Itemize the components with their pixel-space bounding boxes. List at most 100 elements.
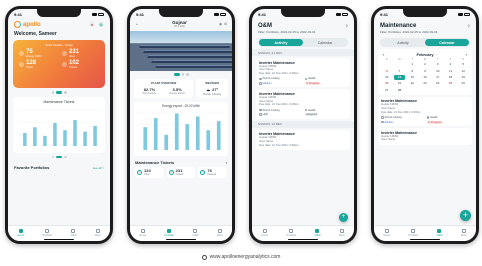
view-toggle: Activity Calendar bbox=[258, 38, 348, 47]
nav-home[interactable]: Home bbox=[261, 228, 268, 237]
calendar-day[interactable]: 21 bbox=[394, 81, 406, 86]
nav-more[interactable]: More bbox=[339, 228, 345, 237]
calendar-day[interactable]: 25 bbox=[445, 81, 457, 86]
tab-activity[interactable]: Activity bbox=[259, 39, 303, 46]
calendar-day[interactable]: 23 bbox=[419, 81, 431, 86]
site-header: ← Gujnar 92.5 kWp ◉ ⚙ bbox=[130, 19, 232, 29]
image-pager[interactable] bbox=[130, 73, 232, 76]
calendar-day[interactable]: 26 bbox=[457, 81, 469, 86]
add-task-button[interactable]: + bbox=[339, 213, 348, 222]
nav-portfolio[interactable]: Portfolio bbox=[287, 228, 296, 237]
nav-home[interactable]: Home bbox=[383, 228, 390, 237]
chart-bar[interactable] bbox=[195, 116, 200, 150]
calendar-day[interactable]: 5 bbox=[457, 62, 469, 67]
chart-bar[interactable] bbox=[63, 129, 67, 146]
calendar-day[interactable]: 12 bbox=[457, 69, 469, 74]
see-all-link[interactable]: see all > bbox=[93, 166, 104, 170]
calendar-day[interactable]: 7 bbox=[394, 69, 406, 74]
calendar-day[interactable]: 16 bbox=[419, 75, 431, 80]
chart-bar[interactable] bbox=[43, 135, 47, 146]
nav-portfolio[interactable]: Portfolio bbox=[165, 228, 174, 237]
chart-bar[interactable] bbox=[23, 132, 27, 146]
weekday-label: T bbox=[411, 58, 414, 61]
notification-icon[interactable]: ● bbox=[89, 21, 95, 27]
page-title: O&M bbox=[258, 23, 272, 29]
chart-bar[interactable] bbox=[216, 120, 221, 150]
tab-calendar[interactable]: Calendar bbox=[303, 39, 347, 46]
chart-bar[interactable] bbox=[153, 117, 158, 150]
calendar-day[interactable]: 24 bbox=[432, 81, 444, 86]
nav-more[interactable]: More bbox=[217, 228, 223, 237]
location-icon[interactable]: ◉ bbox=[219, 22, 222, 26]
filter-icon[interactable]: ⚲ bbox=[468, 24, 470, 28]
calendar-day[interactable]: 14 bbox=[393, 74, 406, 81]
carousel-indicator[interactable] bbox=[8, 91, 110, 94]
screen-maintenance-calendar: 9:41 Maintenance ⚲ Filter: Portfolios, 2… bbox=[374, 9, 476, 241]
nav-portfolio[interactable]: Portfolio bbox=[43, 228, 52, 237]
ticket-open-pill[interactable]: ○ 124 Open bbox=[135, 166, 164, 178]
signal-icon bbox=[92, 12, 97, 16]
nav-home[interactable]: Home bbox=[17, 228, 24, 237]
nav-om[interactable]: O&M bbox=[192, 228, 198, 237]
calendar-day[interactable]: 17 bbox=[432, 75, 444, 80]
nav-portfolio[interactable]: Portfolio bbox=[409, 228, 418, 237]
task-card[interactable]: Inverter Maintenance Gujnar 10MW User Na… bbox=[256, 58, 350, 88]
calendar-day[interactable]: 2 bbox=[419, 62, 431, 67]
solar-summary-card[interactable]: Solar Details - Today 75 Energy (kWh) 231… bbox=[13, 40, 105, 88]
next-month-icon[interactable]: › bbox=[466, 52, 467, 57]
nav-more[interactable]: More bbox=[461, 228, 467, 237]
add-task-button[interactable]: + bbox=[460, 210, 471, 221]
task-card[interactable]: Inverter Maintenance Gujnar 10MW User Na… bbox=[256, 129, 350, 150]
website-url[interactable]: www.apolloenergyanalytics.com bbox=[210, 254, 281, 260]
calendar-day[interactable]: 4 bbox=[445, 62, 457, 67]
back-arrow-icon[interactable]: ← bbox=[135, 21, 140, 27]
chart-bar[interactable] bbox=[174, 113, 179, 150]
calendar-day[interactable]: 20 bbox=[381, 81, 393, 86]
chart-bar[interactable] bbox=[83, 131, 87, 146]
chart-bar[interactable] bbox=[33, 126, 37, 146]
chart-pager[interactable] bbox=[8, 155, 110, 158]
chart-bar[interactable] bbox=[143, 126, 148, 150]
ticket-closed-pill[interactable]: ○ 231 Closed bbox=[166, 166, 196, 178]
calendar-day[interactable]: 15 bbox=[406, 75, 418, 80]
weather-card[interactable]: WEATHER ☁ 27° Partly Cloudy bbox=[196, 78, 228, 98]
chart-bar[interactable] bbox=[206, 129, 211, 150]
task-card[interactable]: Inverter Maintenance Gujnar 10MW User Na… bbox=[378, 96, 472, 127]
plant-overview-card[interactable]: PLANT OVERVIEW 82.7% Performance 3.5% Ener… bbox=[134, 78, 194, 98]
task-card[interactable]: Inverter Maintenance Gujnar 10MW User Na… bbox=[256, 89, 350, 119]
settings-icon[interactable]: ⚙ bbox=[224, 22, 227, 26]
calendar-day[interactable]: 18 bbox=[445, 75, 457, 80]
calendar-day[interactable]: 11 bbox=[445, 69, 457, 74]
calendar-day[interactable]: 19 bbox=[457, 75, 469, 80]
wrench-icon bbox=[437, 228, 442, 233]
calendar-day[interactable]: 10 bbox=[432, 69, 444, 74]
chart-bar[interactable] bbox=[164, 134, 169, 150]
profile-icon[interactable]: ◍ bbox=[98, 21, 104, 27]
ticket-delayed-pill[interactable]: ○ 76 Delayed bbox=[198, 166, 228, 178]
prev-month-icon[interactable]: ‹ bbox=[383, 52, 384, 57]
nav-om[interactable]: O&M bbox=[436, 228, 442, 237]
calendar-day[interactable]: 1 bbox=[406, 62, 418, 67]
tab-calendar[interactable]: Calendar bbox=[425, 39, 469, 46]
calendar-day[interactable]: 28 bbox=[394, 88, 406, 93]
logo-text: apollo bbox=[23, 21, 41, 28]
chart-bar[interactable] bbox=[185, 123, 190, 150]
calendar-day[interactable]: 13 bbox=[381, 75, 393, 80]
calendar-day[interactable]: 27 bbox=[381, 88, 393, 93]
chart-bar[interactable] bbox=[93, 125, 97, 146]
task-card[interactable]: Inverter Maintenance Gujnar 10MW User Na… bbox=[378, 128, 472, 145]
calendar-day[interactable]: 8 bbox=[406, 69, 418, 74]
nav-home[interactable]: Home bbox=[139, 228, 146, 237]
chart-bar[interactable] bbox=[53, 122, 57, 146]
tab-activity[interactable]: Activity bbox=[381, 39, 425, 46]
filter-icon[interactable]: ⚲ bbox=[346, 24, 348, 28]
calendar-day[interactable]: 6 bbox=[381, 69, 393, 74]
chevron-right-icon[interactable]: › bbox=[226, 160, 227, 165]
calendar-day[interactable]: 22 bbox=[406, 81, 418, 86]
calendar-day[interactable]: 9 bbox=[419, 69, 431, 74]
nav-more[interactable]: More bbox=[95, 228, 101, 237]
chart-bar[interactable] bbox=[73, 119, 77, 146]
nav-om[interactable]: O&M bbox=[70, 228, 76, 237]
calendar-day[interactable]: 3 bbox=[432, 62, 444, 67]
nav-om[interactable]: O&M bbox=[314, 228, 320, 237]
